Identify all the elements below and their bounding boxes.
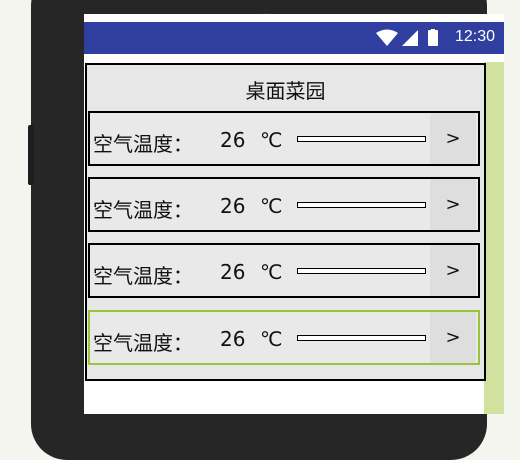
detail-button[interactable]: >	[430, 312, 476, 363]
sensor-row: 空气温度： 26 ℃ >	[88, 177, 480, 232]
temperature-slider[interactable]	[297, 268, 426, 274]
status-icons	[376, 29, 438, 46]
wifi-icon	[376, 29, 398, 46]
sensor-row: 空气温度： 26 ℃ >	[88, 310, 480, 365]
sensor-value: 26	[220, 128, 246, 152]
sensor-unit: ℃	[260, 128, 283, 152]
status-bar: 12:30	[84, 22, 504, 54]
phone-frame: 12:30 桌面菜园 空气温度： 26 ℃ > 空气温度： 26 ℃ > 空气温…	[28, 0, 504, 460]
sensor-unit: ℃	[260, 194, 283, 218]
phone-screen: 12:30 桌面菜园 空气温度： 26 ℃ > 空气温度： 26 ℃ > 空气温…	[84, 14, 504, 414]
detail-button[interactable]: >	[430, 245, 476, 296]
sensor-label: 空气温度：	[93, 331, 193, 355]
detail-button[interactable]: >	[430, 113, 476, 164]
sensor-label: 空气温度：	[93, 264, 193, 288]
page-title: 桌面菜园	[245, 79, 326, 103]
side-strip	[484, 62, 504, 414]
sensor-label: 空气温度：	[93, 132, 193, 156]
sensor-row: 空气温度： 26 ℃ >	[88, 111, 480, 166]
temperature-slider[interactable]	[297, 335, 426, 341]
sensor-unit: ℃	[260, 327, 283, 351]
status-time: 12:30	[454, 28, 495, 45]
sensor-value: 26	[220, 260, 246, 284]
garden-panel: 桌面菜园 空气温度： 26 ℃ > 空气温度： 26 ℃ > 空气温度： 26 …	[85, 63, 486, 381]
sensor-row: 空气温度： 26 ℃ >	[88, 243, 480, 298]
sensor-value: 26	[220, 327, 246, 351]
battery-icon	[428, 30, 438, 46]
temperature-slider[interactable]	[297, 202, 426, 208]
sensor-unit: ℃	[260, 260, 283, 284]
detail-button[interactable]: >	[430, 179, 476, 230]
temperature-slider[interactable]	[297, 136, 426, 142]
volume-button	[28, 125, 34, 185]
signal-icon	[402, 30, 418, 46]
sensor-label: 空气温度：	[93, 198, 193, 222]
sensor-value: 26	[220, 194, 246, 218]
